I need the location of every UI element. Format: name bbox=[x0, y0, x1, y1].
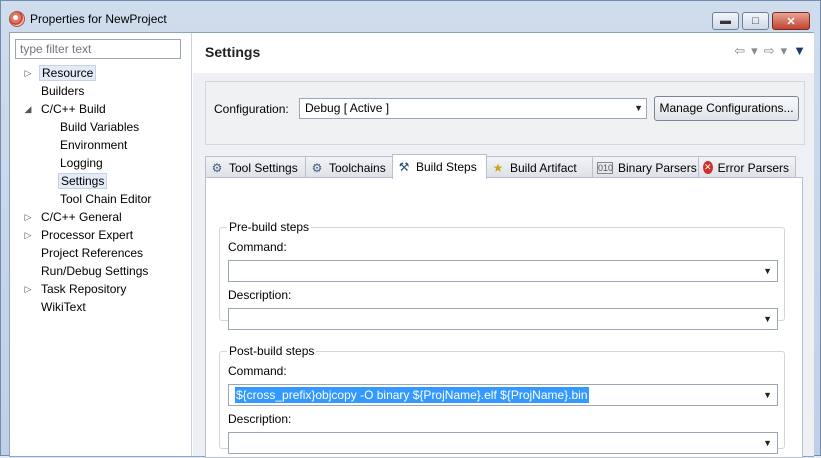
postbuild-group: Post-build steps Command: ${cross_prefix… bbox=[219, 344, 785, 454]
tab-label: Error Parsers bbox=[717, 160, 789, 175]
prebuild-description-label: Description: bbox=[228, 288, 292, 302]
maximize-icon: □ bbox=[752, 15, 759, 27]
tree-item-label: WikiText bbox=[41, 300, 86, 314]
collapsed-arrow-icon[interactable]: ▷ bbox=[23, 208, 33, 226]
prebuild-command-combo[interactable]: ▼ bbox=[228, 260, 778, 282]
filter-input[interactable] bbox=[15, 39, 181, 59]
tab-label: Toolchains bbox=[329, 160, 386, 175]
tab-error-parsers[interactable]: ✕ Error Parsers bbox=[698, 156, 796, 178]
tab-toolchains[interactable]: ⚙ Toolchains bbox=[305, 156, 393, 178]
title-bar: Properties for NewProject ▬ □ ✕ bbox=[1, 1, 820, 33]
tree-item[interactable]: Builders bbox=[39, 82, 86, 100]
property-tree-pane: ▷ Resource Builders ◢ C/C++ Build Build Varia… bbox=[10, 33, 192, 456]
tree-item-label: Environment bbox=[60, 138, 128, 152]
postbuild-command-value: ${cross_prefix}objcopy -O binary ${ProjN… bbox=[235, 387, 589, 403]
tree-item[interactable]: Project References bbox=[39, 244, 145, 262]
tree-item-label: Logging bbox=[60, 156, 103, 170]
tab-tool-settings[interactable]: ⚙ Tool Settings bbox=[205, 156, 306, 178]
tree-item-label: Task Repository bbox=[41, 282, 127, 296]
prebuild-description-combo[interactable]: ▼ bbox=[228, 308, 778, 330]
tree-item-label: Settings bbox=[58, 173, 108, 189]
trophy-icon: ★ bbox=[492, 160, 504, 175]
postbuild-command-label: Command: bbox=[228, 364, 287, 378]
properties-dialog: Properties for NewProject ▬ □ ✕ ▷ Resourc… bbox=[0, 0, 821, 458]
toolchains-icon: ⚙ bbox=[311, 160, 323, 175]
settings-pane: Settings ⇦ ▾ ⇨ ▾ ▼ Configuration: Debug … bbox=[193, 33, 814, 458]
minimize-button[interactable]: ▬ bbox=[712, 12, 739, 30]
tree-item-label: Project References bbox=[41, 246, 144, 260]
tab-label: Build Artifact bbox=[510, 160, 577, 175]
tree-item-label: Builders bbox=[41, 84, 85, 98]
tree-item[interactable]: WikiText bbox=[39, 298, 88, 316]
tab-build-artifact[interactable]: ★ Build Artifact bbox=[486, 156, 593, 178]
chevron-down-icon: ▼ bbox=[634, 103, 643, 113]
tree-item[interactable]: ▷ Resource bbox=[25, 64, 97, 82]
tree-item-label: C/C++ Build bbox=[41, 102, 106, 116]
tab-binary-parsers[interactable]: 010 Binary Parsers bbox=[592, 156, 699, 178]
error-icon: ✕ bbox=[703, 161, 713, 174]
view-menu-icon[interactable]: ▼ bbox=[793, 43, 806, 59]
tree-item[interactable]: ◢ C/C++ Build bbox=[25, 100, 108, 118]
tree-item-label: Build Variables bbox=[60, 120, 140, 134]
tree-item-label: C/C++ General bbox=[41, 210, 122, 224]
back-icon[interactable]: ⇦ bbox=[734, 43, 745, 59]
minimize-icon: ▬ bbox=[720, 15, 731, 27]
manage-configurations-button[interactable]: Manage Configurations... bbox=[654, 96, 799, 121]
prebuild-title: Pre-build steps bbox=[227, 220, 312, 234]
forward-icon[interactable]: ⇨ bbox=[764, 43, 775, 59]
tool-settings-icon: ⚙ bbox=[211, 160, 223, 175]
chevron-down-icon: ▼ bbox=[763, 390, 772, 400]
configuration-section: Configuration: Debug [ Active ] ▼ Manage… bbox=[205, 81, 805, 145]
postbuild-description-label: Description: bbox=[228, 412, 292, 426]
back-dropdown-icon[interactable]: ▾ bbox=[751, 43, 758, 59]
tree-item[interactable]: ▷ Task Repository bbox=[25, 280, 128, 298]
postbuild-title: Post-build steps bbox=[227, 344, 317, 358]
build-steps-panel: Pre-build steps Command: ▼ Description: … bbox=[205, 177, 803, 458]
tree-item[interactable]: Logging bbox=[58, 154, 105, 172]
tree-item-label: Run/Debug Settings bbox=[41, 264, 149, 278]
build-steps-icon: ⚒ bbox=[398, 160, 410, 174]
chevron-down-icon: ▼ bbox=[763, 266, 772, 276]
close-button[interactable]: ✕ bbox=[772, 12, 810, 30]
postbuild-command-combo[interactable]: ${cross_prefix}objcopy -O binary ${ProjN… bbox=[228, 384, 778, 406]
tab-label: Tool Settings bbox=[229, 160, 298, 175]
chevron-down-icon: ▼ bbox=[763, 438, 772, 448]
configuration-value: Debug [ Active ] bbox=[305, 101, 390, 115]
app-icon bbox=[9, 11, 25, 27]
postbuild-description-combo[interactable]: ▼ bbox=[228, 432, 778, 454]
binary-icon: 010 bbox=[597, 161, 614, 174]
tree-item[interactable]: ▷ C/C++ General bbox=[25, 208, 124, 226]
tree-item-label: Processor Expert bbox=[41, 228, 134, 242]
prebuild-group: Pre-build steps Command: ▼ Description: … bbox=[219, 220, 785, 330]
tree-item[interactable]: Run/Debug Settings bbox=[39, 262, 150, 280]
collapsed-arrow-icon[interactable]: ▷ bbox=[23, 280, 33, 298]
tree-item[interactable]: ▷ Processor Expert bbox=[25, 226, 135, 244]
maximize-button[interactable]: □ bbox=[742, 12, 769, 30]
prebuild-command-label: Command: bbox=[228, 240, 287, 254]
collapsed-arrow-icon[interactable]: ▷ bbox=[23, 226, 33, 244]
tab-build-steps[interactable]: ⚒ Build Steps bbox=[392, 154, 487, 179]
tree-item[interactable]: Tool Chain Editor bbox=[58, 190, 153, 208]
forward-dropdown-icon[interactable]: ▾ bbox=[781, 43, 788, 59]
collapsed-arrow-icon[interactable]: ▷ bbox=[23, 64, 33, 82]
tab-label: Build Steps bbox=[416, 160, 477, 174]
tree-item-label: Tool Chain Editor bbox=[60, 192, 152, 206]
dialog-content: ▷ Resource Builders ◢ C/C++ Build Build Varia… bbox=[9, 32, 814, 458]
chevron-down-icon: ▼ bbox=[763, 314, 772, 324]
close-icon: ✕ bbox=[786, 15, 796, 28]
nav-toolbar: ⇦ ▾ ⇨ ▾ ▼ bbox=[734, 43, 806, 59]
tab-label: Binary Parsers bbox=[618, 160, 697, 175]
settings-header: Settings ⇦ ▾ ⇨ ▾ ▼ bbox=[193, 33, 814, 73]
window-title: Properties for NewProject bbox=[30, 12, 167, 26]
tree-item-label: Resource bbox=[39, 65, 97, 81]
settings-tabs: ⚙ Tool Settings ⚙ Toolchains ⚒ Build Steps ★ Bu… bbox=[205, 154, 803, 179]
expanded-arrow-icon[interactable]: ◢ bbox=[23, 100, 33, 118]
tree-item[interactable]: Settings bbox=[58, 172, 108, 190]
page-title: Settings bbox=[205, 44, 261, 60]
configuration-select[interactable]: Debug [ Active ] ▼ bbox=[299, 98, 647, 119]
tree-item[interactable]: Build Variables bbox=[58, 118, 141, 136]
configuration-label: Configuration: bbox=[214, 102, 289, 116]
tree-item[interactable]: Environment bbox=[58, 136, 129, 154]
